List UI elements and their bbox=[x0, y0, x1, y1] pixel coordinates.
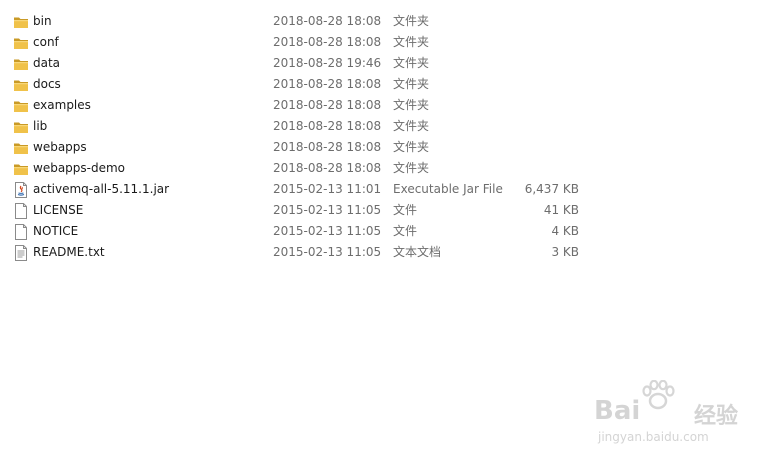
file-size: 3 KB bbox=[551, 245, 579, 259]
file-type: 文件夹 bbox=[393, 161, 430, 175]
file-modified: 2018-08-28 18:08 bbox=[273, 98, 382, 112]
file-modified: 2015-02-13 11:05 bbox=[273, 245, 382, 259]
folder-icon bbox=[13, 14, 29, 30]
file-modified: 2018-08-28 18:08 bbox=[273, 119, 382, 133]
file-modified: 2018-08-28 18:08 bbox=[273, 35, 382, 49]
file-row-lib[interactable]: lib 2018-08-28 18:08 文件夹 bbox=[0, 116, 778, 137]
folder-icon bbox=[13, 35, 29, 51]
file-name: bin bbox=[33, 14, 52, 28]
file-row-webapps[interactable]: webapps 2018-08-28 18:08 文件夹 bbox=[0, 137, 778, 158]
file-modified: 2018-08-28 18:08 bbox=[273, 77, 382, 91]
blank-file-icon bbox=[13, 224, 29, 240]
folder-icon bbox=[13, 161, 29, 177]
file-row-conf[interactable]: conf 2018-08-28 18:08 文件夹 bbox=[0, 32, 778, 53]
file-type: Executable Jar File bbox=[393, 182, 503, 196]
file-type: 文本文档 bbox=[393, 245, 442, 259]
file-type: 文件夹 bbox=[393, 98, 430, 112]
file-name: conf bbox=[33, 35, 59, 49]
file-type: 文件夹 bbox=[393, 140, 430, 154]
file-row-webapps-demo[interactable]: webapps-demo 2018-08-28 18:08 文件夹 bbox=[0, 158, 778, 179]
file-row-data[interactable]: data 2018-08-28 19:46 文件夹 bbox=[0, 53, 778, 74]
file-name: LICENSE bbox=[33, 203, 84, 217]
file-list: bin 2018-08-28 18:08 文件夹 conf 2018-08-28… bbox=[0, 11, 778, 263]
file-row-examples[interactable]: examples 2018-08-28 18:08 文件夹 bbox=[0, 95, 778, 116]
baidu-jingyan-watermark: Bai 经验 jingyan.baidu.com bbox=[594, 379, 754, 450]
text-file-icon bbox=[13, 245, 29, 261]
file-row-notice[interactable]: NOTICE 2015-02-13 11:05 文件 4 KB bbox=[0, 221, 778, 242]
file-type: 文件夹 bbox=[393, 35, 430, 49]
file-modified: 2015-02-13 11:01 bbox=[273, 182, 382, 196]
file-name: activemq-all-5.11.1.jar bbox=[33, 182, 170, 196]
file-name: webapps-demo bbox=[33, 161, 126, 175]
file-modified: 2015-02-13 11:05 bbox=[273, 224, 382, 238]
file-name: docs bbox=[33, 77, 61, 91]
paw-logo-icon bbox=[638, 379, 678, 413]
file-type: 文件 bbox=[393, 203, 418, 217]
file-name: lib bbox=[33, 119, 48, 133]
file-size: 41 KB bbox=[543, 203, 579, 217]
file-name: README.txt bbox=[33, 245, 105, 259]
file-type: 文件 bbox=[393, 224, 418, 238]
watermark-url: jingyan.baidu.com bbox=[598, 430, 709, 444]
watermark-brand: Bai bbox=[594, 396, 641, 426]
folder-icon bbox=[13, 119, 29, 135]
file-row-bin[interactable]: bin 2018-08-28 18:08 文件夹 bbox=[0, 11, 778, 32]
file-name: webapps bbox=[33, 140, 87, 154]
folder-icon bbox=[13, 140, 29, 156]
file-name: examples bbox=[33, 98, 91, 112]
file-type: 文件夹 bbox=[393, 77, 430, 91]
file-modified: 2018-08-28 18:08 bbox=[273, 14, 382, 28]
file-row-docs[interactable]: docs 2018-08-28 18:08 文件夹 bbox=[0, 74, 778, 95]
file-type: 文件夹 bbox=[393, 119, 430, 133]
file-modified: 2018-08-28 18:08 bbox=[273, 161, 382, 175]
file-modified: 2018-08-28 18:08 bbox=[273, 140, 382, 154]
folder-icon bbox=[13, 56, 29, 72]
file-name: NOTICE bbox=[33, 224, 79, 238]
blank-file-icon bbox=[13, 203, 29, 219]
folder-icon bbox=[13, 98, 29, 114]
file-modified: 2015-02-13 11:05 bbox=[273, 203, 382, 217]
jar-file-icon bbox=[13, 182, 29, 198]
file-row-license[interactable]: LICENSE 2015-02-13 11:05 文件 41 KB bbox=[0, 200, 778, 221]
file-size: 4 KB bbox=[551, 224, 579, 238]
folder-icon bbox=[13, 77, 29, 93]
file-type: 文件夹 bbox=[393, 14, 430, 28]
watermark-brand-suffix: 经验 bbox=[694, 404, 739, 429]
file-size: 6,437 KB bbox=[524, 182, 579, 196]
file-modified: 2018-08-28 19:46 bbox=[273, 56, 382, 70]
file-row-readme[interactable]: README.txt 2015-02-13 11:05 文本文档 3 KB bbox=[0, 242, 778, 263]
file-name: data bbox=[33, 56, 61, 70]
file-row-activemq-jar[interactable]: activemq-all-5.11.1.jar 2015-02-13 11:01… bbox=[0, 179, 778, 200]
file-type: 文件夹 bbox=[393, 56, 430, 70]
